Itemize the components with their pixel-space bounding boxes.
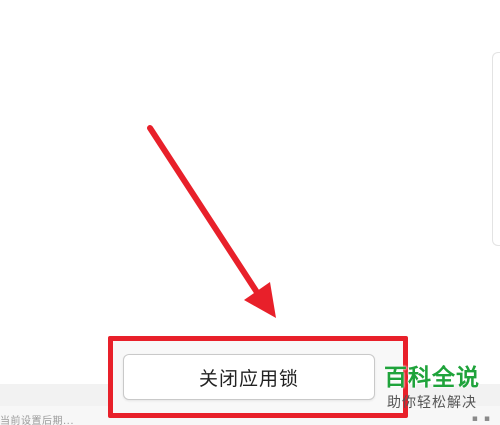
watermark-subtitle: 助你轻松解决: [387, 395, 477, 411]
close-app-lock-button[interactable]: 关闭应用锁: [123, 354, 375, 400]
app-screen: 当前设置后期... ▪▪ 关闭应用锁 百科全说 助你轻松解决: [0, 0, 500, 425]
watermark-logo: 百科全说 助你轻松解决: [372, 364, 492, 412]
annotation-arrow-shaft: [147, 125, 265, 303]
more-dots-icon: ▪▪: [471, 414, 496, 424]
side-card-edge: [492, 52, 500, 246]
watermark-title: 百科全说: [384, 365, 480, 391]
annotation-arrow-head: [244, 282, 276, 318]
bottom-hint-text: 当前设置后期...: [0, 416, 75, 425]
